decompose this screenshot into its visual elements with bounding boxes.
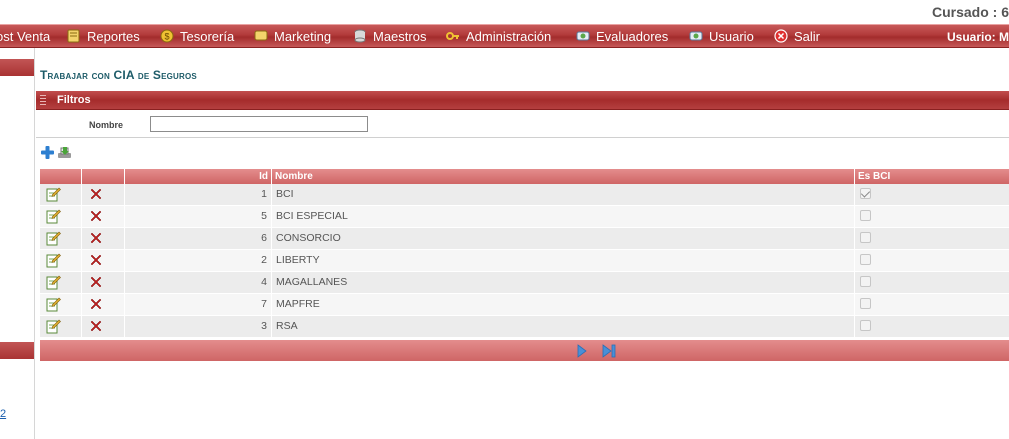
delete-icon[interactable] [90, 188, 102, 200]
cell-nombre: MAPFRE [272, 294, 855, 315]
menu-label: Usuario [709, 29, 754, 44]
edit-icon[interactable] [46, 319, 61, 334]
cell-nombre: RSA [272, 316, 855, 337]
header-es-bci[interactable]: Es BCI [855, 169, 1009, 184]
filter-panel-header[interactable]: Filtros [36, 91, 1009, 110]
menu-label: Evaluadores [596, 29, 669, 44]
database-icon [354, 29, 366, 43]
table-row: 5 BCI ESPECIAL [40, 206, 1009, 228]
table-header: Id Nombre Es BCI [40, 169, 1009, 184]
main-menu-bar: ost Venta Reportes $ Tesorería Marketing … [0, 24, 1009, 48]
cell-nombre: CONSORCIO [272, 228, 855, 249]
table-row: 6 CONSORCIO [40, 228, 1009, 250]
edit-icon[interactable] [46, 275, 61, 290]
reports-icon [67, 29, 80, 43]
table-row: 2 LIBERTY [40, 250, 1009, 272]
sidebar-link[interactable]: 2 [0, 408, 6, 420]
menu-reportes[interactable]: Reportes [67, 28, 140, 46]
header-nombre[interactable]: Nombre [272, 169, 855, 184]
last-page-icon[interactable] [601, 343, 617, 359]
table-pager [40, 340, 1009, 361]
page-title: Trabajar con CIA de Seguros [40, 68, 197, 82]
es-bci-checkbox [860, 298, 871, 309]
es-bci-checkbox [860, 320, 871, 331]
cell-id: 7 [125, 294, 272, 315]
delete-icon[interactable] [90, 276, 102, 288]
cell-id: 4 [125, 272, 272, 293]
menu-label: Tesorería [180, 29, 235, 44]
cell-id: 1 [125, 184, 272, 205]
menu-tesoreria[interactable]: $ Tesorería [160, 28, 234, 46]
company-label: Cursado : 6 [931, 4, 1009, 20]
es-bci-checkbox [860, 232, 871, 243]
table-row: 1 BCI [40, 184, 1009, 206]
table-row: 3 RSA [40, 316, 1009, 338]
edit-icon[interactable] [46, 209, 61, 224]
edit-icon[interactable] [46, 231, 61, 246]
treasury-coin-icon: $ [160, 29, 174, 43]
cell-id: 5 [125, 206, 272, 227]
nombre-label: Nombre [89, 120, 124, 130]
menu-label: Marketing [274, 29, 332, 44]
header-id[interactable]: Id [125, 169, 272, 184]
table-row: 4 MAGALLANES [40, 272, 1009, 294]
delete-icon[interactable] [90, 210, 102, 222]
header-edit [40, 169, 82, 184]
top-header: Cursado : 6 [0, 0, 1009, 24]
delete-icon[interactable] [90, 320, 102, 332]
filter-title: Filtros [57, 94, 91, 106]
key-icon [446, 32, 459, 40]
insurance-companies-table: Id Nombre Es BCI 1 BCI 5 BCI ESPECIAL 6 … [40, 169, 1009, 338]
delete-icon[interactable] [90, 298, 102, 310]
menu-maestros[interactable]: Maestros [353, 28, 426, 46]
edit-icon[interactable] [46, 297, 61, 312]
export-icon[interactable] [57, 145, 72, 160]
menu-label: Reportes [87, 29, 140, 44]
svg-text:$: $ [164, 32, 169, 42]
sidebar-section-header[interactable] [0, 59, 34, 76]
cell-id: 2 [125, 250, 272, 271]
cell-nombre: BCI [272, 184, 855, 205]
user-label: Usuario: M [946, 30, 1009, 44]
delete-icon[interactable] [90, 254, 102, 266]
exit-icon [774, 29, 788, 43]
filter-panel: Nombre [36, 111, 1009, 138]
cell-nombre: BCI ESPECIAL [272, 206, 855, 227]
es-bci-checkbox [860, 254, 871, 265]
user-icon [689, 31, 703, 41]
menu-marketing[interactable]: Marketing [254, 28, 331, 46]
header-delete [82, 169, 125, 184]
menu-administracion[interactable]: Administración [446, 28, 551, 46]
es-bci-checkbox [860, 276, 871, 287]
menu-post-venta[interactable]: ost Venta [0, 28, 50, 46]
menu-salir[interactable]: Salir [774, 28, 820, 46]
edit-icon[interactable] [46, 187, 61, 202]
edit-icon[interactable] [46, 253, 61, 268]
cell-nombre: MAGALLANES [272, 272, 855, 293]
grip-icon [40, 95, 46, 106]
cell-nombre: LIBERTY [272, 250, 855, 271]
menu-usuario[interactable]: Usuario [689, 28, 754, 46]
menu-label: Maestros [373, 29, 427, 44]
table-row: 7 MAPFRE [40, 294, 1009, 316]
delete-icon[interactable] [90, 232, 102, 244]
menu-label: ost Venta [0, 29, 51, 44]
sidebar: 2 [0, 48, 35, 439]
menu-label: Administración [466, 29, 552, 44]
menu-label: Salir [794, 29, 821, 44]
nombre-filter-input[interactable] [150, 116, 368, 132]
evaluators-icon [576, 31, 590, 41]
marketing-icon [254, 30, 268, 41]
cell-id: 3 [125, 316, 272, 337]
menu-evaluadores[interactable]: Evaluadores [576, 28, 668, 46]
sidebar-section-header[interactable] [0, 342, 34, 359]
next-page-icon[interactable] [575, 343, 589, 359]
add-icon[interactable] [40, 145, 55, 160]
es-bci-checkbox [860, 210, 871, 221]
cell-id: 6 [125, 228, 272, 249]
es-bci-checkbox [860, 188, 871, 199]
